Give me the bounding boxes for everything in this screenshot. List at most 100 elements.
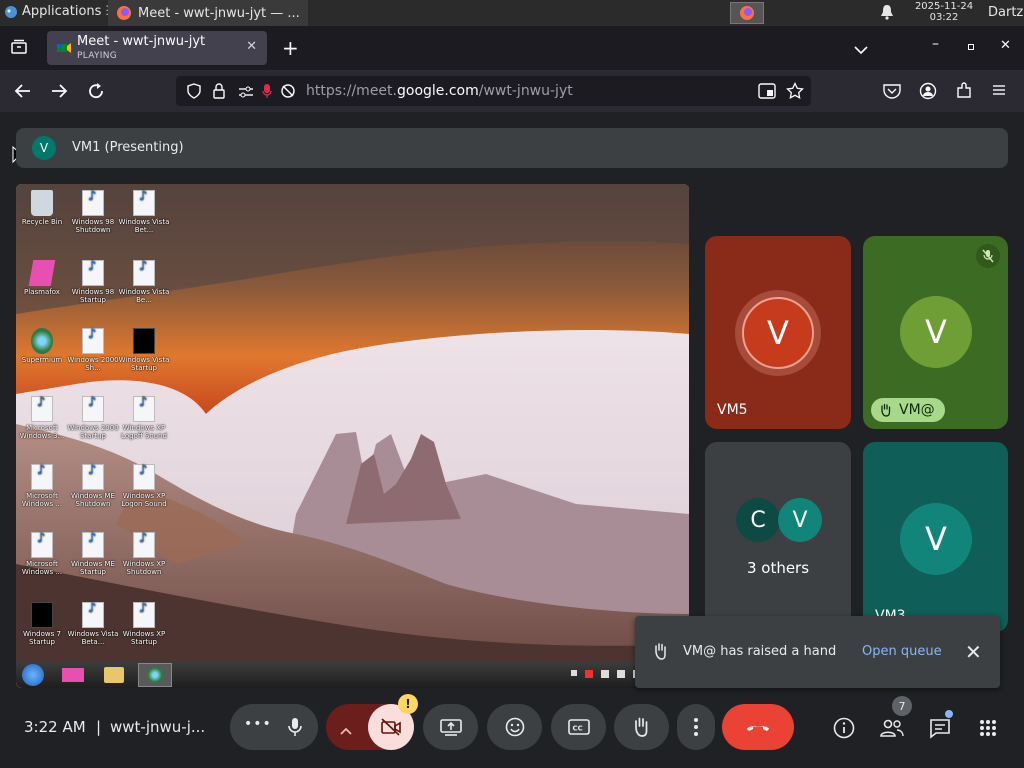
presenter-avatar: V (32, 136, 56, 160)
desktop-icon[interactable]: Windows 2000 Sh... (67, 328, 119, 372)
participant-tile-vm3[interactable]: V VM3 (863, 442, 1008, 632)
people-count-badge: 7 (892, 696, 912, 716)
toast-close-icon[interactable]: ✕ (965, 640, 982, 664)
browser-tab-strip: Meet - wwt-jnwu-jyt PLAYING ✕ + – ✕ (0, 26, 1024, 70)
desktop-icon[interactable]: Microsoft Windows 3... (16, 396, 68, 440)
desktop-icon[interactable]: Microsoft Windows ... (16, 532, 68, 576)
lock-icon[interactable] (212, 83, 226, 103)
toast-message: VM@ has raised a hand (683, 644, 837, 659)
back-icon[interactable] (14, 82, 32, 104)
desktop-icon[interactable]: Windows ME Shutdown (67, 464, 119, 508)
desktop-icon[interactable]: Windows Vista Bet... (118, 190, 170, 234)
desktop-icon-supermium[interactable]: Supermium (16, 328, 68, 364)
extensions-icon[interactable] (955, 82, 973, 104)
shared-screen[interactable]: Recycle Bin Windows 98 Shutdown Windows … (16, 184, 689, 688)
present-screen-icon (439, 719, 462, 736)
remote-taskbar (16, 662, 689, 688)
tab-close-icon[interactable]: ✕ (246, 39, 257, 54)
desktop-icon[interactable]: Microsoft Windows ... (16, 464, 68, 508)
tray-firefox-icon[interactable] (730, 2, 764, 24)
participant-avatar: V (900, 503, 972, 575)
window-close-icon[interactable]: ✕ (1000, 38, 1011, 53)
os-clock[interactable]: 2025-11-24 03:22 (912, 1, 976, 23)
meet-page: V VM1 (Presenting) Recycle Bin ♪ Windows… (0, 112, 1024, 768)
desktop-icon[interactable]: Windows XP Shutdown (118, 532, 170, 576)
desktop-icon-recycle-bin[interactable]: Recycle Bin (16, 190, 68, 226)
forward-icon[interactable] (50, 82, 68, 104)
people-button[interactable]: 7 (872, 696, 912, 748)
desktop-icon[interactable]: Windows 7 Startup (16, 602, 68, 646)
desktop-icon[interactable]: Windows 98 Shutdown (67, 190, 119, 234)
account-icon[interactable] (919, 82, 937, 104)
url-text[interactable]: https://meet.google.com/wwt-jnwu-jyt (306, 83, 573, 99)
app-menu-icon[interactable] (991, 82, 1007, 102)
presenting-banner[interactable]: V VM1 (Presenting) (16, 128, 1008, 168)
url-bar[interactable]: https://meet.google.com/wwt-jnwu-jyt (176, 76, 811, 106)
participant-tile-vm5[interactable]: V VM5 (705, 236, 851, 429)
microphone-icon (288, 718, 302, 736)
reactions-button[interactable] (487, 704, 542, 750)
tab-title: Meet - wwt-jnwu-jyt (77, 34, 206, 49)
notification-bell-icon[interactable] (880, 4, 894, 24)
participant-tile-others[interactable]: C V 3 others (705, 442, 851, 632)
camera-blocked-icon[interactable] (280, 83, 296, 103)
applications-menu[interactable]: Applications ☰ (4, 4, 117, 19)
window-minimize-icon[interactable]: – (932, 36, 939, 52)
permissions-icon[interactable] (238, 84, 254, 103)
reload-icon[interactable] (87, 82, 105, 104)
desktop-icon-plasmafox[interactable]: Plasmafox (16, 260, 68, 296)
captions-button[interactable]: CC (551, 704, 606, 750)
camera-off-icon (381, 718, 401, 736)
raise-hand-button[interactable] (614, 704, 669, 750)
browser-tab-meet[interactable]: Meet - wwt-jnwu-jyt PLAYING ✕ (47, 31, 267, 65)
pocket-icon[interactable] (883, 83, 901, 103)
desktop-icon[interactable]: Windows 98 Startup (67, 260, 119, 304)
desktop-icon[interactable]: Windows XP Startup (118, 602, 170, 646)
desktop-icon[interactable]: Windows XP Logon Sound (118, 464, 170, 508)
others-count-label: 3 others (746, 559, 810, 577)
remote-explorer-icon[interactable] (104, 667, 124, 683)
participant-name: VM@ (899, 402, 935, 418)
bookmark-star-icon[interactable] (786, 81, 804, 104)
chat-button[interactable] (920, 708, 960, 748)
audio-control-group: ••• (230, 704, 318, 750)
camera-warning-badge: ! (398, 694, 418, 714)
open-queue-button[interactable]: Open queue (862, 644, 942, 659)
tab-list-chevron-icon[interactable] (854, 40, 868, 59)
tab-overview-icon[interactable] (10, 38, 28, 56)
desktop-icon[interactable]: Windows 2000 Startup (67, 396, 119, 440)
new-tab-icon[interactable]: + (282, 36, 299, 60)
desktop-icon[interactable]: Windows Vista Be... (118, 260, 170, 304)
os-user-label[interactable]: Dartz (988, 5, 1023, 20)
audio-options-icon[interactable]: ••• (244, 716, 272, 732)
video-options-chevron-icon[interactable] (340, 720, 352, 739)
video-control-group: ! (326, 694, 418, 750)
remote-start-icon[interactable] (22, 664, 44, 686)
closed-captions-icon: CC (567, 719, 590, 735)
footer-separator: | (96, 718, 102, 736)
microphone-permission-icon[interactable] (262, 83, 272, 103)
reader-view-icon[interactable] (758, 83, 776, 103)
desktop-icon[interactable]: Windows ME Startup (67, 532, 119, 576)
remote-plasmafox-icon[interactable] (62, 668, 84, 682)
microphone-button[interactable] (272, 704, 318, 750)
desktop-icon[interactable]: Windows Vista Beta... (67, 602, 119, 646)
raised-hand-badge: VM@ (871, 398, 945, 422)
url-domain: google.com (397, 83, 479, 99)
tracking-shield-icon[interactable] (186, 83, 202, 103)
browser-nav-bar: https://meet.google.com/wwt-jnwu-jyt (0, 70, 1024, 112)
leave-call-button[interactable] (722, 704, 794, 750)
participant-tile-vm-at[interactable]: V VM@ (863, 236, 1008, 429)
raised-hand-icon (653, 642, 669, 664)
hang-up-icon (747, 726, 769, 731)
remote-supermium-task[interactable] (138, 663, 172, 687)
meeting-details-button[interactable] (824, 708, 864, 748)
present-screen-button[interactable] (423, 704, 478, 750)
window-maximize-icon[interactable] (968, 44, 974, 50)
os-window-task[interactable]: Meet - wwt-jnwu-jyt — ... (108, 0, 308, 26)
desktop-icon[interactable]: Windows Vista Startup (118, 328, 170, 372)
more-options-button[interactable] (677, 704, 715, 750)
activities-button[interactable] (968, 708, 1008, 748)
people-icon (880, 719, 904, 737)
desktop-icon[interactable]: Windows XP Logoff Sound (118, 396, 170, 440)
